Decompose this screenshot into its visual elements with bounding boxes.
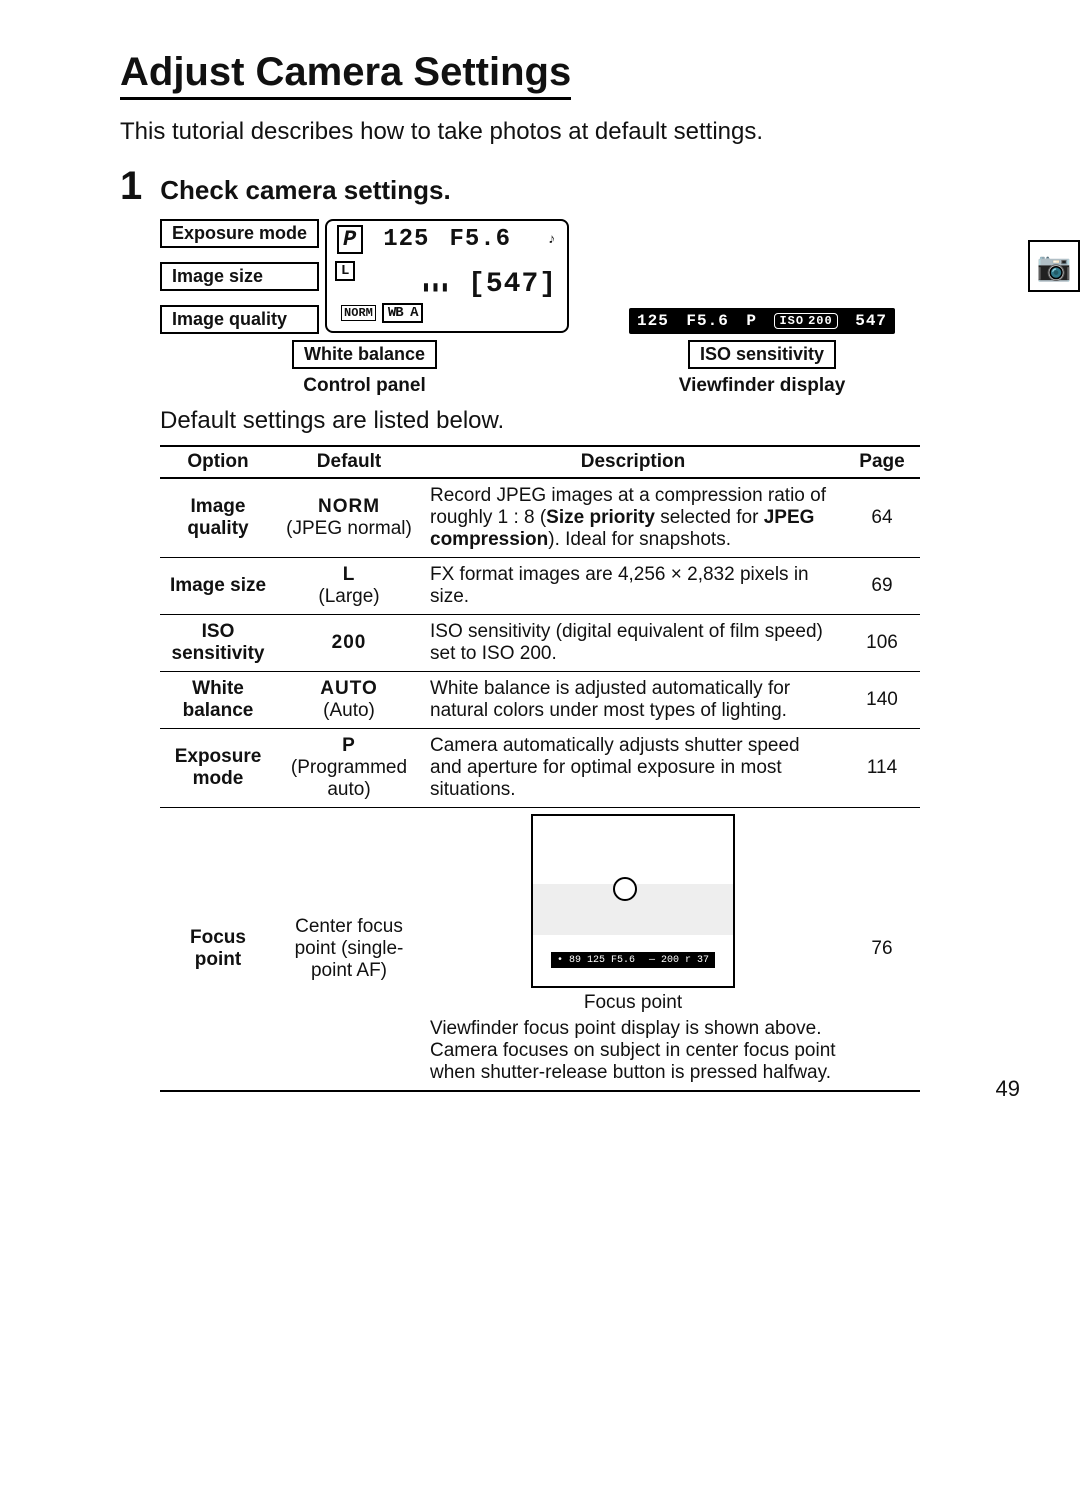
panel-quality: NORM [341, 305, 376, 321]
step-number: 1 [120, 164, 142, 209]
cell-option: Image quality [160, 478, 276, 558]
page-title: Adjust Camera Settings [120, 50, 571, 100]
cell-description: • 89 125 F5.6— 200 r 37Focus pointViewfi… [422, 808, 844, 1092]
cell-page: 140 [844, 672, 920, 729]
table-row: Image sizeL(Large)FX format images are 4… [160, 558, 920, 615]
cell-default: Center focus point (single-point AF) [276, 808, 422, 1092]
table-row: ISO sensitivity200ISO sensitivity (digit… [160, 615, 920, 672]
cell-option: Image size [160, 558, 276, 615]
th-option: Option [160, 446, 276, 478]
panel-size: L [335, 261, 355, 281]
control-panel-caption: Control panel [303, 375, 425, 397]
cell-option: White balance [160, 672, 276, 729]
vf-aperture: F5.6 [686, 312, 728, 330]
cell-page: 114 [844, 729, 920, 808]
cell-option: Focus point [160, 808, 276, 1092]
panel-frames: [547] [468, 269, 557, 300]
intro-text: This tutorial describes how to take phot… [120, 118, 1020, 146]
vf-iso-value: 200 [808, 314, 833, 328]
battery-icon: ▮▮▮ [422, 280, 450, 296]
table-row: Exposure modeP(Programmed auto)Camera au… [160, 729, 920, 808]
callout-exposure-mode: Exposure mode [160, 219, 319, 248]
settings-table: Option Default Description Page Image qu… [160, 445, 920, 1092]
cell-description: Camera automatically adjusts shutter spe… [422, 729, 844, 808]
th-page: Page [844, 446, 920, 478]
cell-page: 64 [844, 478, 920, 558]
step-title: Check camera settings. [160, 175, 450, 206]
table-row: Focus pointCenter focus point (single-po… [160, 808, 920, 1092]
table-row: White balanceAUTO(Auto)White balance is … [160, 672, 920, 729]
th-description: Description [422, 446, 844, 478]
cell-default: AUTO(Auto) [276, 672, 422, 729]
focus-point-illustration: • 89 125 F5.6— 200 r 37 [531, 814, 735, 988]
panel-shutter: 125 [383, 226, 429, 253]
page-number: 49 [996, 1076, 1020, 1102]
cell-description: White balance is adjusted automatically … [422, 672, 844, 729]
section-tab-icon: 📷 [1028, 240, 1080, 292]
cell-default: 200 [276, 615, 422, 672]
music-note-icon: ♪ [548, 232, 557, 248]
viewfinder-caption: Viewfinder display [679, 375, 845, 397]
panel-aperture: F5.6 [449, 226, 511, 253]
focus-point-caption: Focus point [430, 992, 836, 1014]
cell-option: ISO sensitivity [160, 615, 276, 672]
cell-page: 76 [844, 808, 920, 1092]
panel-wb: WB A [382, 303, 424, 323]
callout-iso-sensitivity: ISO sensitivity [688, 340, 836, 369]
cell-page: 69 [844, 558, 920, 615]
cell-option: Exposure mode [160, 729, 276, 808]
vf-shutter: 125 [637, 312, 669, 330]
cell-default: P(Programmed auto) [276, 729, 422, 808]
vf-mode: P [746, 312, 757, 330]
cell-page: 106 [844, 615, 920, 672]
viewfinder-diagram: 125 F5.6 P ISO 200 547 [629, 308, 895, 334]
table-row: Image qualityNORM(JPEG normal)Record JPE… [160, 478, 920, 558]
panel-mode: P [337, 225, 363, 254]
cell-default: NORM(JPEG normal) [276, 478, 422, 558]
callout-image-size: Image size [160, 262, 319, 291]
cell-description: ISO sensitivity (digital equivalent of f… [422, 615, 844, 672]
callout-image-quality: Image quality [160, 305, 319, 334]
cell-description: FX format images are 4,256 × 2,832 pixel… [422, 558, 844, 615]
subtext: Default settings are listed below. [160, 407, 1020, 435]
callout-white-balance: White balance [292, 340, 437, 369]
vf-frames: 547 [855, 312, 887, 330]
cell-description: Record JPEG images at a compression rati… [422, 478, 844, 558]
vf-iso-label: ISO [779, 314, 804, 328]
control-panel-diagram: P 125 F5.6 ♪ L ▮▮▮ [547] NORM WB A [325, 219, 569, 333]
cell-default: L(Large) [276, 558, 422, 615]
th-default: Default [276, 446, 422, 478]
